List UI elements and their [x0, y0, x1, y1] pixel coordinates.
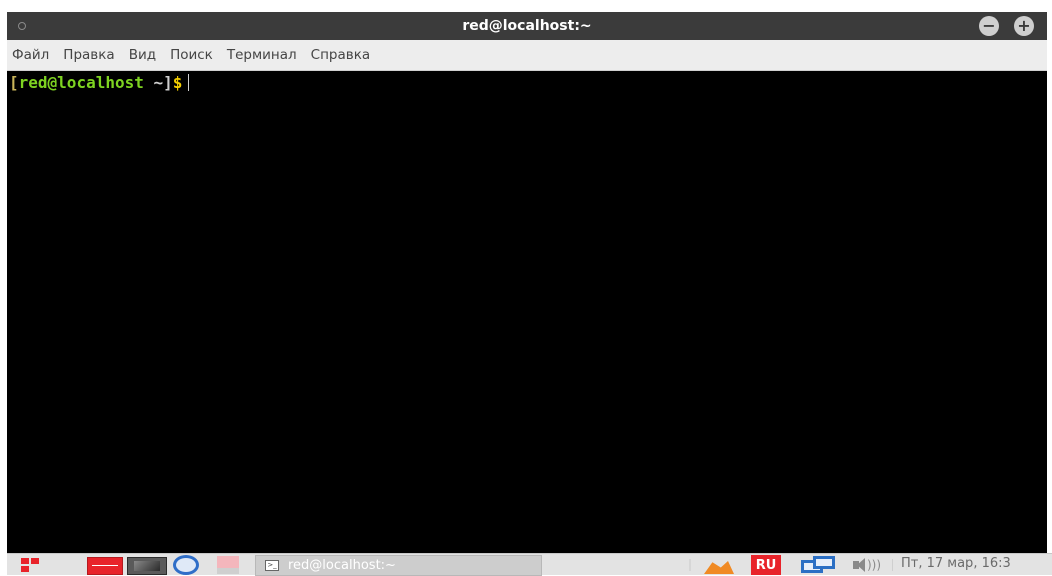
clock-separator — [892, 559, 893, 571]
menu-edit[interactable]: Правка — [56, 47, 121, 63]
taskbar-window-label: red@localhost:~ — [288, 558, 396, 573]
window-title: red@localhost:~ — [462, 18, 592, 34]
pink-app-icon[interactable] — [217, 556, 239, 574]
menu-icon-part — [31, 558, 39, 564]
language-indicator[interactable]: RU — [751, 555, 781, 575]
speaker-waves: ))) — [867, 558, 882, 572]
menu-terminal[interactable]: Терминал — [220, 47, 304, 63]
window-titlebar[interactable]: red@localhost:~ − + — [7, 12, 1047, 40]
menu-icon — [21, 558, 29, 564]
prompt-symbol: $ — [172, 73, 183, 92]
taskbar-window-button[interactable]: >_ red@localhost:~ — [255, 555, 542, 576]
menu-file[interactable]: Файл — [7, 47, 56, 63]
terminal-icon: >_ — [265, 560, 279, 571]
minimize-button[interactable]: − — [979, 16, 999, 36]
maximize-icon: + — [1017, 16, 1031, 35]
clock[interactable]: Пт, 17 мар, 16:3 — [901, 556, 1052, 571]
desktop: red@localhost:~ − + Файл Правка Вид Поис… — [0, 0, 1052, 576]
prompt-open-bracket: [ — [9, 73, 19, 92]
network-icon[interactable] — [801, 556, 837, 575]
prompt-path: ~] — [143, 73, 173, 92]
orange-app-shape — [704, 561, 734, 574]
search-icon[interactable] — [173, 555, 199, 575]
window-menu-icon[interactable] — [18, 22, 26, 30]
prompt-line: [red@localhost ~]$ — [9, 73, 190, 93]
network-screen-front — [813, 556, 835, 569]
start-menu-button[interactable] — [21, 558, 49, 572]
menubar: Файл Правка Вид Поиск Терминал Справка — [7, 40, 1047, 71]
red-app-icon[interactable] — [87, 557, 123, 575]
text-cursor — [188, 74, 190, 91]
minimize-icon: − — [982, 16, 996, 35]
menu-help[interactable]: Справка — [304, 47, 377, 63]
prompt-user-host: red@localhost — [18, 73, 144, 92]
menu-icon-part — [21, 566, 29, 572]
menu-view[interactable]: Вид — [122, 47, 163, 63]
menu-search[interactable]: Поиск — [163, 47, 220, 63]
speaker-cone — [857, 558, 865, 572]
maximize-button[interactable]: + — [1014, 16, 1034, 36]
tray-separator — [689, 559, 691, 571]
volume-icon[interactable]: ))) — [853, 556, 882, 574]
terminal-area[interactable]: [red@localhost ~]$ — [7, 71, 1047, 553]
terminal-app-icon[interactable] — [127, 557, 167, 575]
taskbar: >_ red@localhost:~ RU ))) Пт, 17 мар, 16… — [7, 553, 1052, 576]
orange-app-icon[interactable] — [704, 557, 734, 574]
